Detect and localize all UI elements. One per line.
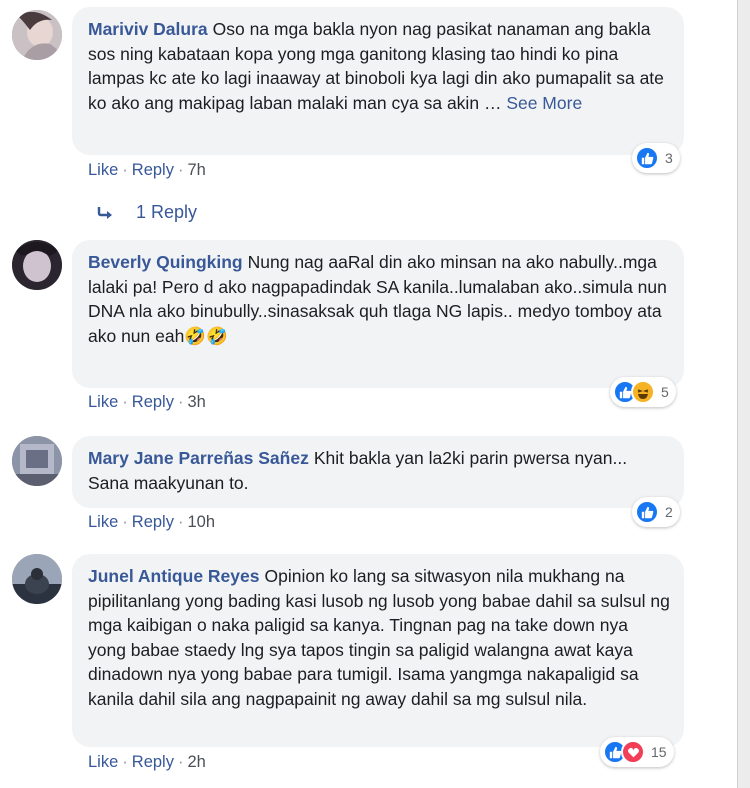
reaction-summary[interactable]: 5 [610,377,676,407]
avatar[interactable] [12,554,62,604]
like-link[interactable]: Like [88,753,118,771]
comment-bubble: Beverly Quingking Nung nag aaRal din ako … [72,240,684,388]
reaction-count: 15 [651,744,667,760]
like-link[interactable]: Like [88,161,118,179]
separator: · [177,513,184,531]
love-reaction-icon [621,740,645,764]
timestamp[interactable]: 7h [187,161,205,179]
comment-bubble: Mary Jane Parreñas Sañez Khit bakla yan l… [72,436,684,508]
comment-actions: Like · Reply · 3h [88,393,206,412]
comment-author[interactable]: Beverly Quingking [88,252,243,272]
avatar[interactable] [12,10,62,60]
separator: · [177,393,184,411]
comment-author[interactable]: Junel Antique Reyes [88,566,259,586]
comment-actions: Like · Reply · 10h [88,513,215,532]
comment-bubble: Mariviv Dalura Oso na mga bakla nyon nag … [72,7,684,155]
like-reaction-icon [635,500,659,524]
emoji: 🤣🤣 [184,325,228,346]
haha-reaction-icon [631,380,655,404]
avatar[interactable] [12,436,62,486]
reply-link[interactable]: Reply [132,161,174,179]
reply-arrow-icon [97,206,112,219]
comment-actions: Like · Reply · 7h [88,161,206,180]
avatar[interactable] [12,240,62,290]
reply-link[interactable]: Reply [132,513,174,531]
see-more-link[interactable]: See More [506,93,582,113]
timestamp[interactable]: 10h [187,513,215,531]
comment-bubble: Junel Antique Reyes Opinion ko lang sa si… [72,554,684,747]
like-link[interactable]: Like [88,513,118,531]
window-edge [737,0,750,788]
like-reaction-icon [635,146,659,170]
reaction-summary[interactable]: 3 [632,143,680,173]
view-replies-link[interactable]: 1 Reply [96,202,197,223]
separator: · [122,393,128,411]
separator: · [177,161,184,179]
timestamp[interactable]: 3h [187,393,205,411]
reaction-summary[interactable]: 2 [632,497,680,527]
comment-author[interactable]: Mariviv Dalura [88,19,208,39]
reply-link[interactable]: Reply [132,393,174,411]
separator: · [122,753,128,771]
ellipsis: … [483,92,502,113]
comment-actions: Like · Reply · 2h [88,753,206,772]
reaction-count: 2 [665,504,673,520]
replies-count-label[interactable]: 1 Reply [136,202,197,223]
like-link[interactable]: Like [88,393,118,411]
reaction-count: 3 [665,150,673,166]
reaction-summary[interactable]: 15 [600,737,674,767]
separator: · [122,513,128,531]
reply-link[interactable]: Reply [132,753,174,771]
separator: · [122,161,128,179]
reaction-count: 5 [661,384,669,400]
comment-author[interactable]: Mary Jane Parreñas Sañez [88,448,309,468]
comment-text: Opinion ko lang sa sitwasyon nila mukhan… [88,566,670,709]
separator: · [177,753,184,771]
timestamp[interactable]: 2h [187,753,205,771]
